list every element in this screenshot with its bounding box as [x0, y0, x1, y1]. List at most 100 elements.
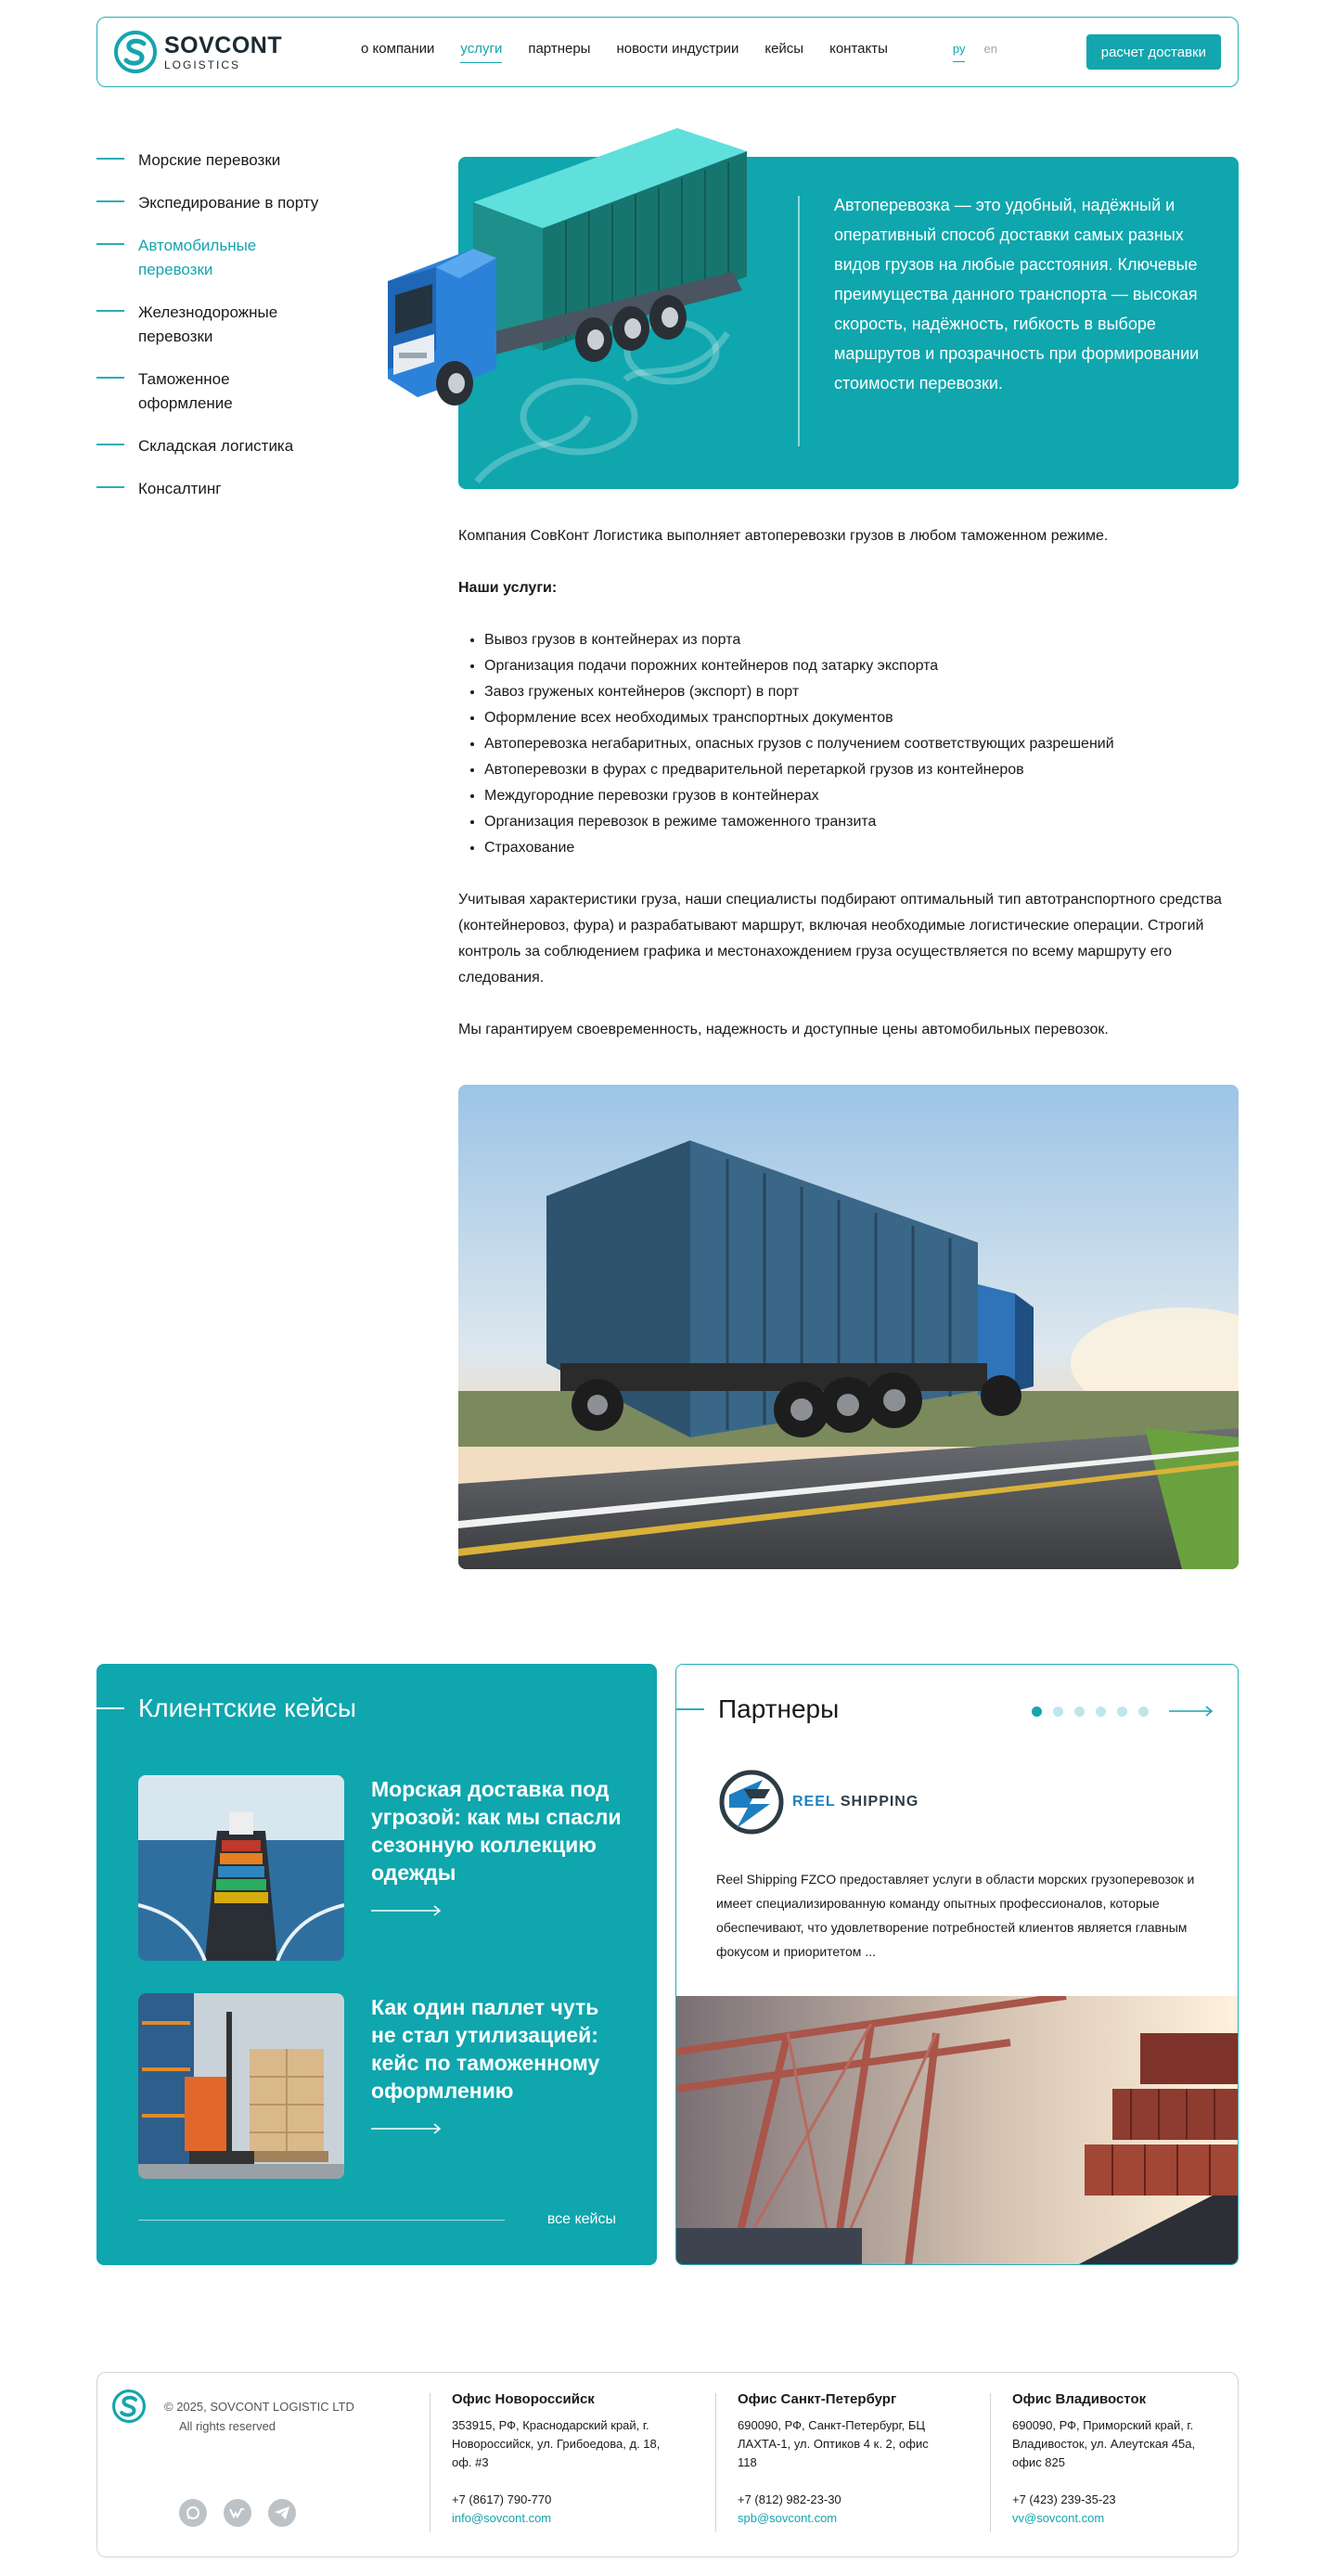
list-item: Организация подачи порожних контейнеров …	[484, 653, 1239, 679]
sidebar-item-label: Железнодорожные перевозки	[138, 303, 278, 345]
office-phone[interactable]: +7 (8617) 790-770	[452, 2491, 665, 2509]
case-title: Морская доставка под угрозой: как мы спа…	[371, 1777, 622, 1885]
social-links	[179, 2499, 296, 2527]
telegram-icon[interactable]	[268, 2499, 296, 2527]
lang-ru[interactable]: ру	[952, 42, 966, 62]
all-cases-link[interactable]: все кейсы	[547, 2211, 616, 2228]
sidebar-bullet-line	[96, 243, 124, 245]
nav-cases[interactable]: кейсы	[764, 41, 803, 63]
office-address: 690090, РФ, Приморский край, г. Владивос…	[1012, 2418, 1196, 2469]
sidebar-item-port[interactable]: Экспедирование в порту	[96, 191, 375, 215]
container-truck-illustration	[388, 128, 747, 406]
footer-logo-icon[interactable]	[112, 2389, 146, 2423]
list-item: Автоперевозка негабаритных, опасных груз…	[484, 731, 1239, 757]
case-image-ship	[138, 1775, 344, 1961]
sidebar-item-auto[interactable]: Автомобильные перевозки	[96, 234, 375, 282]
services-sidebar: Морские перевозки Экспедирование в порту…	[96, 148, 375, 520]
copyright-text: © 2025, SOVCONT LOGISTIC LTD	[164, 2400, 354, 2414]
cases-title: Клиентские кейсы	[138, 1694, 356, 1722]
client-cases-block: Клиентские кейсы Морская доставка под уг…	[96, 1664, 657, 2265]
office-phone[interactable]: +7 (812) 982-23-30	[738, 2491, 937, 2509]
carousel-pagination	[1032, 1706, 1214, 1717]
partner-description: Reel Shipping FZCO предоставляет услуги …	[716, 1872, 1195, 1959]
delivery-calc-button[interactable]: расчет доставки	[1086, 34, 1221, 70]
office-email[interactable]: vv@sovcont.com	[1012, 2509, 1216, 2528]
whatsapp-icon[interactable]	[179, 2499, 207, 2527]
nav-partners[interactable]: партнеры	[528, 41, 590, 63]
copyright: © 2025, SOVCONT LOGISTIC LTD All rights …	[164, 2397, 354, 2436]
approach-paragraph: Учитывая характеристики груза, наши спец…	[458, 892, 1222, 985]
nav-contacts[interactable]: контакты	[829, 41, 888, 63]
nav-services[interactable]: услуги	[460, 41, 503, 63]
logo-word-shipping: SHIPPING	[840, 1794, 919, 1810]
arrow-right-icon[interactable]	[1169, 1706, 1214, 1717]
heading-line	[676, 1708, 704, 1710]
office-novorossiysk: Офис Новороссийск 353915, РФ, Краснодарс…	[452, 2391, 665, 2528]
sidebar-item-sea[interactable]: Морские перевозки	[96, 148, 375, 173]
truck-road-photo	[458, 1085, 1239, 1569]
partners-title: Партнеры	[718, 1694, 840, 1723]
case-card[interactable]: Как один паллет чуть не стал утилизацией…	[138, 1993, 622, 2179]
column-divider	[990, 2393, 991, 2532]
hero-divider	[798, 196, 800, 446]
arrow-right-icon[interactable]	[371, 2123, 442, 2134]
cases-footer: все кейсы	[138, 2211, 616, 2228]
carousel-dot[interactable]	[1117, 1706, 1127, 1717]
intro-text: Компания СовКонт Логистика выполняет авт…	[458, 528, 1109, 544]
sidebar-item-warehouse[interactable]: Складская логистика	[96, 434, 375, 458]
sidebar-bullet-line	[96, 310, 124, 312]
cases-header: Клиентские кейсы	[96, 1694, 356, 1723]
sidebar-item-label: Складская логистика	[138, 437, 294, 455]
carousel-dot[interactable]	[1053, 1706, 1063, 1717]
sidebar-item-rail[interactable]: Железнодорожные перевозки	[96, 301, 375, 349]
carousel-dot[interactable]	[1138, 1706, 1149, 1717]
logo[interactable]: SOVCONT LOGISTICS	[114, 31, 337, 73]
office-email[interactable]: info@sovcont.com	[452, 2509, 665, 2528]
site-header: SOVCONT LOGISTICS о компании услуги парт…	[96, 17, 1239, 87]
sidebar-item-label: Автомобильные перевозки	[138, 237, 257, 278]
sidebar-item-label: Морские перевозки	[138, 151, 281, 169]
office-phone[interactable]: +7 (423) 239-35-23	[1012, 2491, 1216, 2509]
arrow-right-icon[interactable]	[371, 1905, 442, 1916]
service-content: Компания СовКонт Логистика выполняет авт…	[458, 523, 1239, 1069]
office-address: 690090, РФ, Санкт-Петербург, БЦ ЛАХТА-1,…	[738, 2418, 929, 2469]
logo-word-reel: REEL	[792, 1794, 836, 1810]
case-card[interactable]: Морская доставка под угрозой: как мы спа…	[138, 1775, 622, 1961]
sidebar-item-label: Таможенное оформление	[138, 370, 233, 412]
list-item: Страхование	[484, 835, 1239, 861]
carousel-dot[interactable]	[1074, 1706, 1085, 1717]
lang-en[interactable]: en	[983, 42, 996, 62]
reel-shipping-logo-mark	[719, 1770, 784, 1835]
partner-logo-text: REEL SHIPPING	[792, 1794, 918, 1810]
carousel-dot[interactable]	[1032, 1706, 1042, 1717]
office-title: Офис Владивосток	[1012, 2391, 1147, 2407]
sidebar-item-consulting[interactable]: Консалтинг	[96, 477, 375, 501]
hero-description: Автоперевозка — это удобный, надёжный и …	[834, 196, 1200, 393]
nav-about[interactable]: о компании	[361, 41, 434, 63]
site-footer: © 2025, SOVCONT LOGISTIC LTD All rights …	[96, 2372, 1239, 2557]
office-email[interactable]: spb@sovcont.com	[738, 2509, 937, 2528]
column-divider	[715, 2393, 716, 2532]
sidebar-item-label: Консалтинг	[138, 480, 222, 497]
carousel-dot[interactable]	[1096, 1706, 1106, 1717]
sidebar-bullet-line	[96, 200, 124, 202]
office-title: Офис Новороссийск	[452, 2391, 595, 2407]
list-item: Автоперевозки в фурах с предварительной …	[484, 757, 1239, 783]
sidebar-item-customs[interactable]: Таможенное оформление	[96, 367, 375, 416]
partner-logo[interactable]: REEL SHIPPING	[716, 1767, 918, 1837]
partners-header: Партнеры	[676, 1694, 839, 1724]
office-title: Офис Санкт-Петербург	[738, 2391, 897, 2407]
office-saint-petersburg: Офис Санкт-Петербург 690090, РФ, Санкт-П…	[738, 2391, 937, 2528]
sidebar-bullet-line	[96, 158, 124, 160]
vk-icon[interactable]	[224, 2499, 251, 2527]
guarantee-text: Мы гарантируем своевременность, надежнос…	[458, 1022, 1109, 1037]
sidebar-bullet-line	[96, 486, 124, 488]
nav-industry-news[interactable]: новости индустрии	[616, 41, 739, 63]
divider	[138, 2219, 505, 2221]
list-item: Организация перевозок в режиме таможенно…	[484, 809, 1239, 835]
list-item: Междугородние перевозки грузов в контейн…	[484, 783, 1239, 809]
sidebar-item-label: Экспедирование в порту	[138, 194, 319, 212]
case-image-warehouse	[138, 1993, 344, 2179]
services-list: Вывоз грузов в контейнерах из порта Орга…	[484, 627, 1239, 861]
sidebar-bullet-line	[96, 444, 124, 445]
